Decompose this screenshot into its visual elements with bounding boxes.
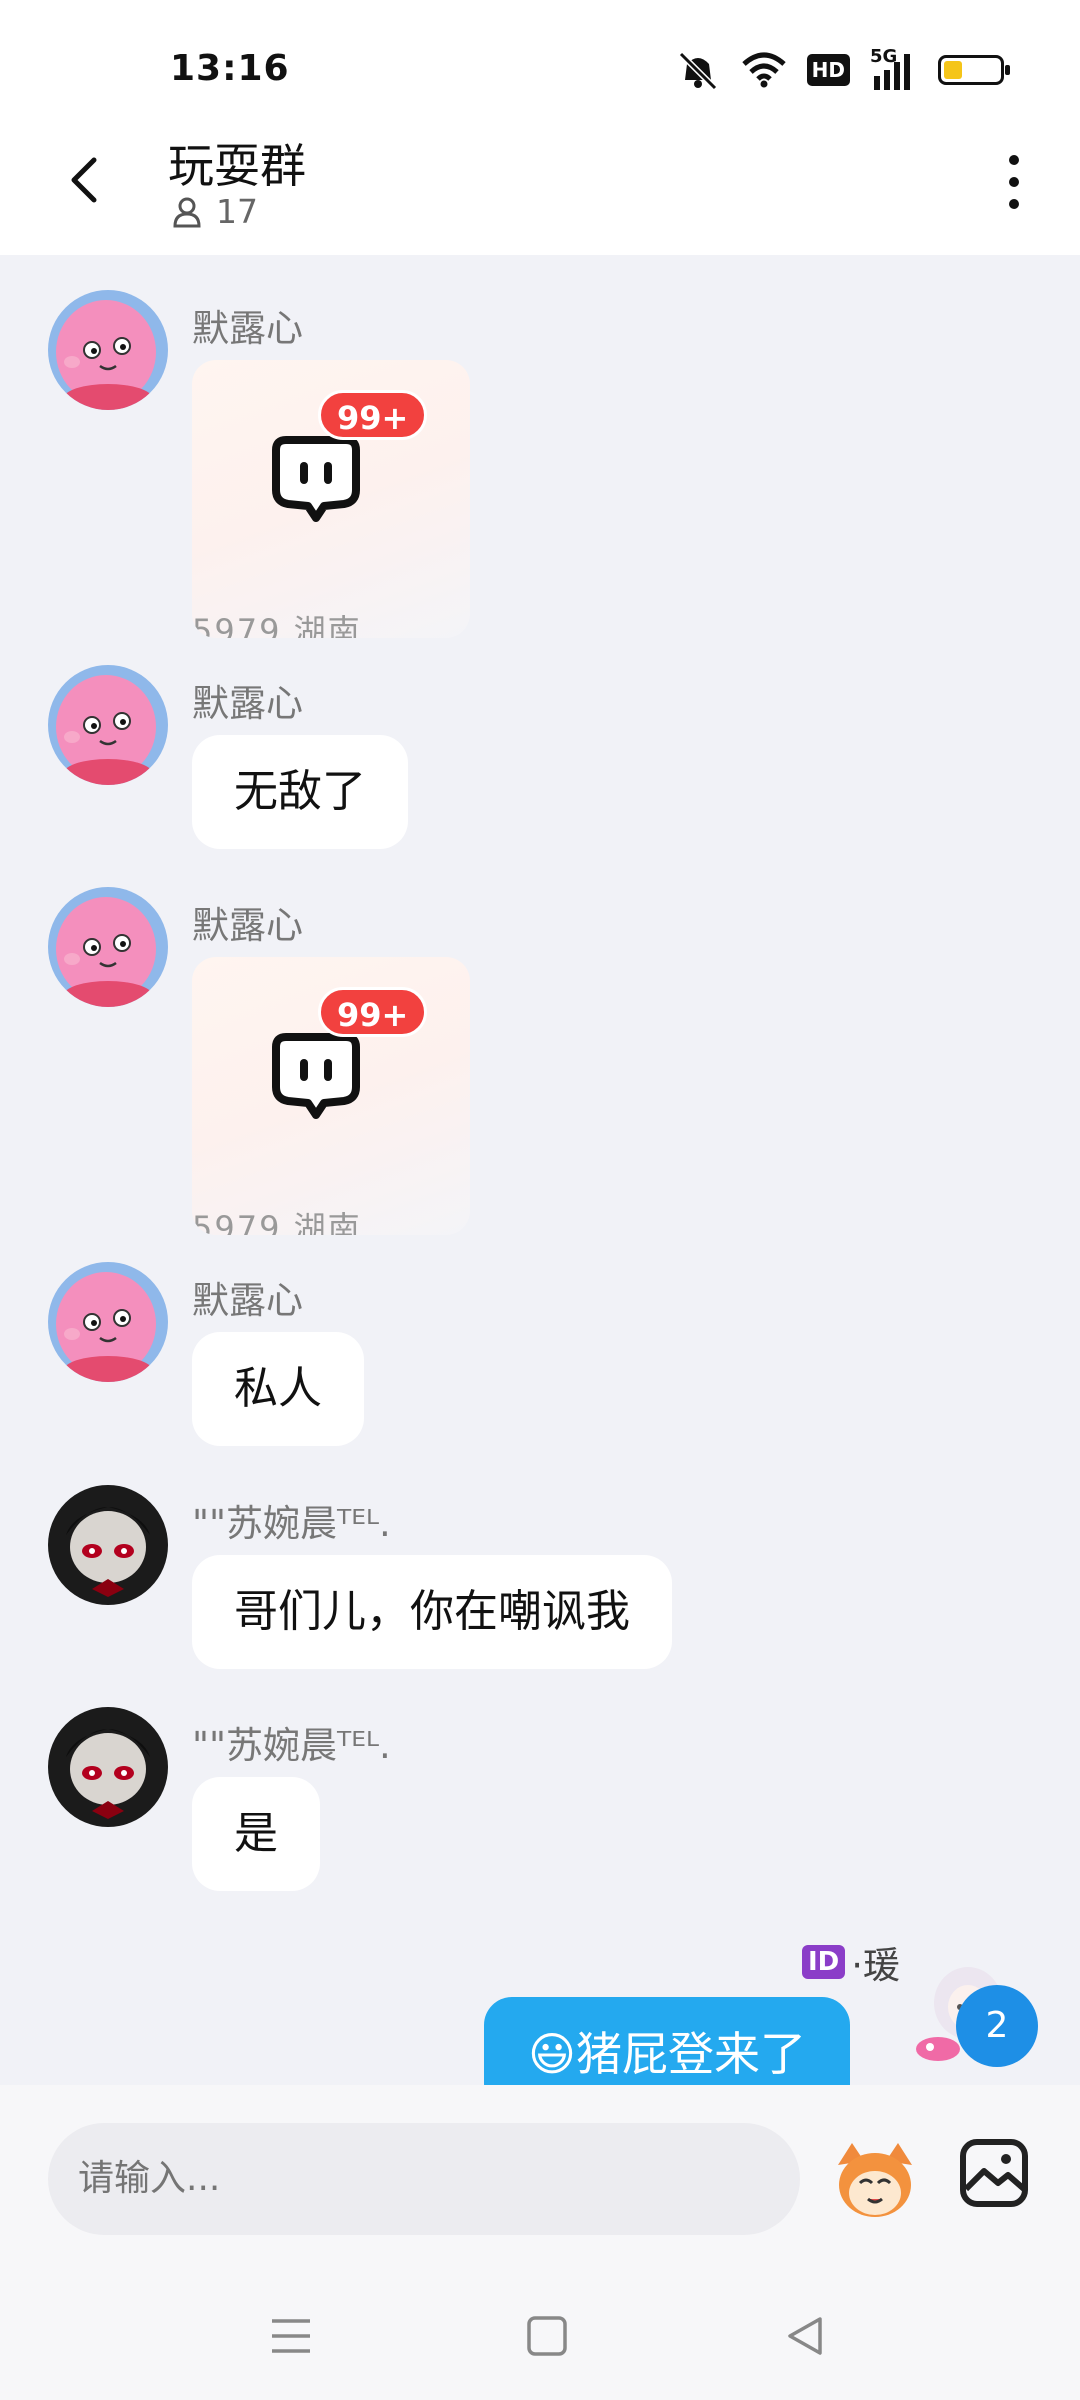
chevron-left-icon[interactable] — [56, 150, 116, 210]
avatar[interactable] — [48, 1485, 168, 1605]
card-badge: 99+ — [318, 987, 428, 1037]
pink-face-avatar-icon — [48, 1262, 168, 1382]
avatar[interactable] — [48, 290, 168, 410]
avatar[interactable] — [48, 1707, 168, 1827]
menu-icon[interactable] — [266, 2311, 316, 2361]
wifi-icon — [741, 52, 786, 88]
sender-name: 默露心 — [192, 307, 303, 350]
doll-avatar-icon — [48, 1485, 168, 1605]
group-title[interactable]: 玩耍群 — [168, 130, 306, 196]
avatar[interactable] — [48, 665, 168, 785]
avatar[interactable] — [48, 1262, 168, 1382]
message-bubble[interactable]: 私人 — [192, 1332, 364, 1446]
profile-card[interactable]: 99+ 5979 湖南 — [192, 360, 470, 638]
pink-face-avatar-icon — [48, 887, 168, 1007]
avatar[interactable] — [48, 887, 168, 1007]
chat-message-list[interactable]: 默露心 99+ 5979 湖南 默露心 无敌了 默露心 99+ 5979 湖南 … — [0, 255, 1080, 2085]
sender-name: 默露心 — [192, 682, 303, 725]
image-icon[interactable] — [958, 2137, 1030, 2209]
profile-card[interactable]: 99+ 5979 湖南 — [192, 957, 470, 1235]
member-count[interactable]: 17 — [172, 192, 258, 231]
back-triangle-icon[interactable] — [780, 2311, 830, 2361]
self-sender-label: ·瑗 — [851, 1944, 900, 1987]
sender-name: ""苏婉晨ᵀᴱᴸ. — [192, 1724, 391, 1767]
self-message-bubble[interactable]: 😃猪屁登来了 — [484, 1997, 850, 2085]
chat-bubble-icon — [272, 1033, 360, 1119]
card-footer: 5979 湖南 — [192, 612, 362, 638]
pink-face-avatar-icon — [48, 290, 168, 410]
card-badge: 99+ — [318, 390, 428, 440]
sender-name: 默露心 — [192, 1279, 303, 1322]
message-input[interactable] — [48, 2123, 800, 2235]
person-icon — [173, 197, 201, 227]
doll-avatar-icon — [48, 1707, 168, 1827]
pink-face-avatar-icon — [48, 665, 168, 785]
message-bubble[interactable]: 哥们儿，你在嘲讽我 — [192, 1555, 672, 1669]
mute-icon — [678, 51, 717, 90]
signal-icon: 5G — [870, 46, 918, 90]
member-count-value: 17 — [216, 192, 258, 231]
status-icons: HD 5G — [675, 46, 1010, 90]
more-vertical-icon[interactable] — [994, 150, 1034, 214]
status-bar: 13:16 HD 5G — [0, 0, 1080, 120]
system-navigation-bar — [0, 2275, 1080, 2400]
sender-name: 默露心 — [192, 904, 303, 947]
sender-name: ""苏婉晨ᵀᴱᴸ. — [192, 1502, 391, 1545]
home-icon[interactable] — [522, 2311, 572, 2361]
hd-icon: HD — [806, 54, 850, 86]
battery-icon — [938, 55, 1010, 85]
unread-count-badge[interactable]: 2 — [956, 1985, 1038, 2067]
card-footer: 5979 湖南 — [192, 1209, 362, 1235]
chat-header: 玩耍群 17 — [0, 120, 1080, 255]
sticker-icon[interactable] — [830, 2135, 920, 2225]
message-bubble[interactable]: 无敌了 — [192, 735, 408, 849]
input-bar — [0, 2085, 1080, 2275]
self-sender-name: ID ·瑗 — [801, 1935, 900, 1989]
status-time: 13:16 — [170, 48, 290, 89]
chat-bubble-icon — [272, 436, 360, 522]
message-bubble[interactable]: 是 — [192, 1777, 320, 1891]
id-badge: ID — [801, 1945, 846, 1979]
